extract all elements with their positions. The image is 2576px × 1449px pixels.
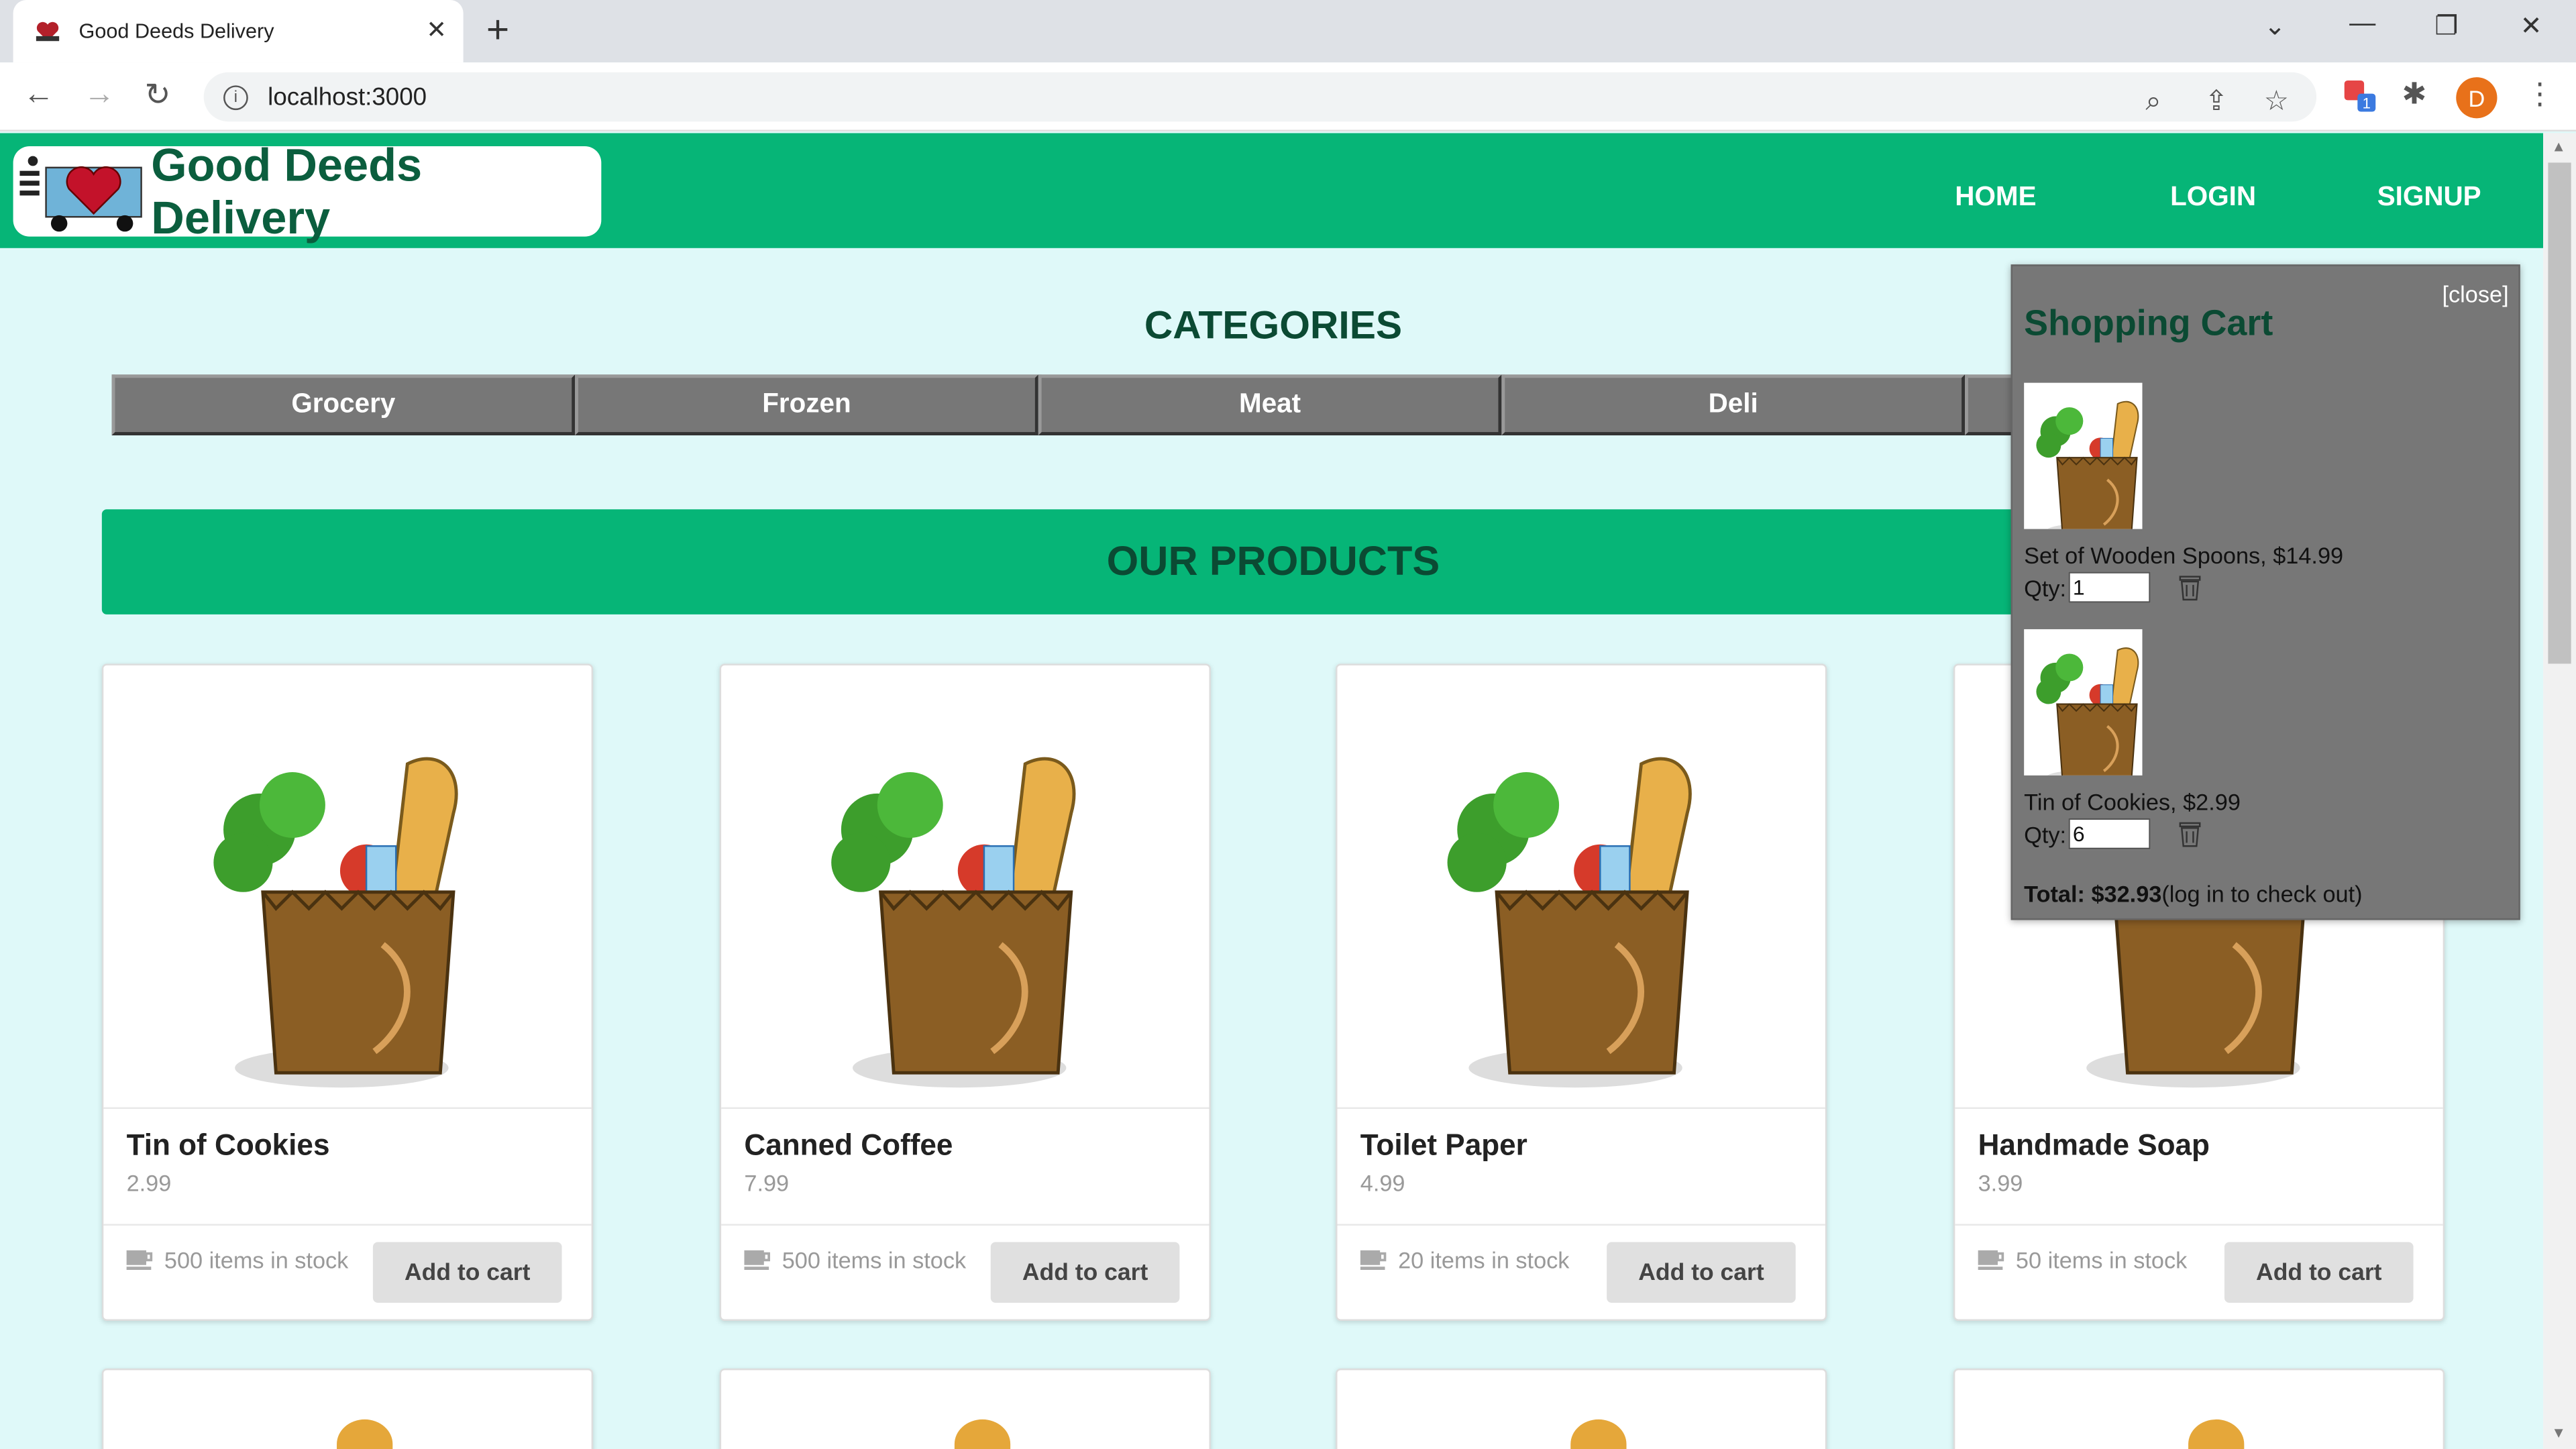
grocery-bag-image xyxy=(954,1419,1011,1449)
product-price: 4.99 xyxy=(1360,1169,1405,1196)
stock-info: 50 items in stock xyxy=(1978,1246,2188,1273)
zoom-icon[interactable]: ⌕ xyxy=(2145,85,2161,118)
url-text: localhost:3000 xyxy=(268,83,427,111)
add-to-cart-button[interactable]: Add to cart xyxy=(2224,1242,2414,1303)
coffee-cup-icon xyxy=(126,1250,153,1271)
shopping-cart-panel: [close] Shopping Cart Set of Wooden Spoo… xyxy=(2010,264,2520,920)
cart-close-link[interactable]: [close] xyxy=(2443,281,2509,307)
grocery-bag-image xyxy=(1570,1419,1627,1449)
address-bar[interactable]: i localhost:3000 ⌕ ⇪ ☆ xyxy=(203,72,2317,122)
tab-title: Good Deeds Delivery xyxy=(78,19,274,43)
product-card: Tin of Cookies 2.99 500 items in stock A… xyxy=(101,663,594,1321)
profile-avatar[interactable]: D xyxy=(2456,77,2498,119)
scroll-down-icon[interactable]: ▼ xyxy=(2551,1424,2566,1440)
grocery-bag-image xyxy=(337,1419,393,1449)
cart-item-qty: Qty: 6 xyxy=(2024,818,2201,850)
add-to-cart-button[interactable]: Add to cart xyxy=(990,1242,1180,1303)
category-grocery[interactable]: Grocery xyxy=(111,374,576,435)
window-close-icon[interactable]: ✕ xyxy=(2520,10,2542,43)
product-card xyxy=(101,1368,594,1449)
cart-item-label: Tin of Cookies, $2.99 xyxy=(2024,788,2241,815)
page-scrollbar[interactable]: ▲ ▼ xyxy=(2543,133,2576,1449)
product-name[interactable]: Toilet Paper xyxy=(1360,1128,1527,1163)
delivery-cart-logo-icon xyxy=(19,150,151,232)
stock-text: 500 items in stock xyxy=(164,1246,349,1273)
qty-input[interactable]: 6 xyxy=(2068,818,2150,850)
product-card: Toilet Paper 4.99 20 items in stock Add … xyxy=(1336,663,1827,1321)
nav-login[interactable]: LOGIN xyxy=(2170,182,2256,214)
restore-icon[interactable]: ❐ xyxy=(2434,10,2458,43)
screen: Good Deeds Delivery ✕ + ⌄ — ❐ ✕ ← → ↻ i … xyxy=(0,0,2576,1449)
site-header: Good Deeds Delivery HOME LOGIN SIGNUP xyxy=(0,133,2544,248)
scroll-up-icon[interactable]: ▲ xyxy=(2551,138,2566,154)
cart-item-qty: Qty: 1 xyxy=(2024,572,2201,603)
grocery-bag-image xyxy=(2188,1419,2245,1449)
cart-total-amount: Total: $32.93 xyxy=(2024,880,2162,907)
coffee-cup-icon xyxy=(1360,1250,1387,1271)
stock-info: 20 items in stock xyxy=(1360,1246,1570,1273)
add-to-cart-button[interactable]: Add to cart xyxy=(1607,1242,1796,1303)
stock-text: 500 items in stock xyxy=(782,1246,967,1273)
trash-icon[interactable] xyxy=(2178,820,2201,847)
product-name[interactable]: Handmade Soap xyxy=(1978,1128,2210,1163)
product-card xyxy=(719,1368,1211,1449)
web-page: Good Deeds Delivery HOME LOGIN SIGNUP CA… xyxy=(0,133,2544,1449)
product-price: 2.99 xyxy=(126,1169,172,1196)
category-frozen[interactable]: Frozen xyxy=(575,374,1038,435)
cart-item-thumbnail xyxy=(2024,382,2143,540)
browser-tab[interactable]: Good Deeds Delivery ✕ xyxy=(13,0,464,63)
stock-text: 50 items in stock xyxy=(2015,1246,2188,1273)
extensions-puzzle-icon[interactable]: ✱ xyxy=(2402,77,2426,111)
checkout-note: (log in to check out) xyxy=(2161,880,2363,907)
qty-label: Qty: xyxy=(2024,820,2067,847)
nav-signup[interactable]: SIGNUP xyxy=(2377,182,2481,214)
product-price: 7.99 xyxy=(744,1169,790,1196)
browser-tab-bar: Good Deeds Delivery ✕ + ⌄ — ❐ ✕ xyxy=(0,0,2576,63)
minimize-icon[interactable]: — xyxy=(2349,10,2375,40)
product-card: Canned Coffee 7.99 500 items in stock Ad… xyxy=(719,663,1211,1321)
new-tab-icon[interactable]: + xyxy=(486,9,509,53)
grocery-bag-image xyxy=(721,665,1210,1110)
category-meat[interactable]: Meat xyxy=(1038,374,1502,435)
add-to-cart-button[interactable]: Add to cart xyxy=(372,1242,562,1303)
bookmark-star-icon[interactable]: ☆ xyxy=(2264,85,2289,118)
browser-menu-icon[interactable]: ⋮ xyxy=(2525,77,2555,111)
trash-icon[interactable] xyxy=(2178,574,2201,600)
grocery-bag-image xyxy=(1337,665,1825,1110)
brand-logo-block[interactable]: Good Deeds Delivery xyxy=(13,139,602,242)
category-deli[interactable]: Deli xyxy=(1501,374,1966,435)
grocery-bag-image xyxy=(103,665,592,1110)
coffee-cup-icon xyxy=(1978,1250,2004,1271)
site-favicon-icon xyxy=(33,16,62,46)
back-icon[interactable]: ← xyxy=(23,77,54,113)
cart-item-thumbnail xyxy=(2024,629,2143,786)
cart-title: Shopping Cart xyxy=(2024,302,2273,343)
stock-info: 500 items in stock xyxy=(126,1246,349,1273)
close-tab-icon[interactable]: ✕ xyxy=(426,15,447,44)
cart-total: Total: $32.93(log in to check out) xyxy=(2024,881,2362,907)
share-icon[interactable]: ⇪ xyxy=(2205,85,2229,118)
cart-item-label: Set of Wooden Spoons, $14.99 xyxy=(2024,542,2344,569)
brand-title: Good Deeds Delivery xyxy=(151,138,423,243)
extension-icon[interactable]: 1 xyxy=(2343,77,2379,121)
product-name[interactable]: Canned Coffee xyxy=(744,1128,953,1163)
coffee-cup-icon xyxy=(744,1250,770,1271)
forward-icon[interactable]: → xyxy=(84,77,115,113)
product-price: 3.99 xyxy=(1978,1169,2023,1196)
nav-home[interactable]: HOME xyxy=(1955,182,2036,214)
browser-toolbar: ← → ↻ i localhost:3000 ⌕ ⇪ ☆ 1 ✱ ⋮ xyxy=(0,62,2576,131)
reload-icon[interactable]: ↻ xyxy=(145,77,171,115)
product-card xyxy=(1953,1368,2445,1449)
scroll-thumb[interactable] xyxy=(2548,162,2571,664)
site-info-icon[interactable]: i xyxy=(223,85,248,109)
stock-text: 20 items in stock xyxy=(1398,1246,1570,1273)
product-name[interactable]: Tin of Cookies xyxy=(127,1128,330,1163)
svg-text:1: 1 xyxy=(2363,95,2371,112)
qty-label: Qty: xyxy=(2024,574,2067,601)
product-card xyxy=(1336,1368,1827,1449)
stock-info: 500 items in stock xyxy=(744,1247,966,1273)
qty-input[interactable]: 1 xyxy=(2068,572,2150,603)
tab-search-icon[interactable]: ⌄ xyxy=(2264,10,2286,43)
